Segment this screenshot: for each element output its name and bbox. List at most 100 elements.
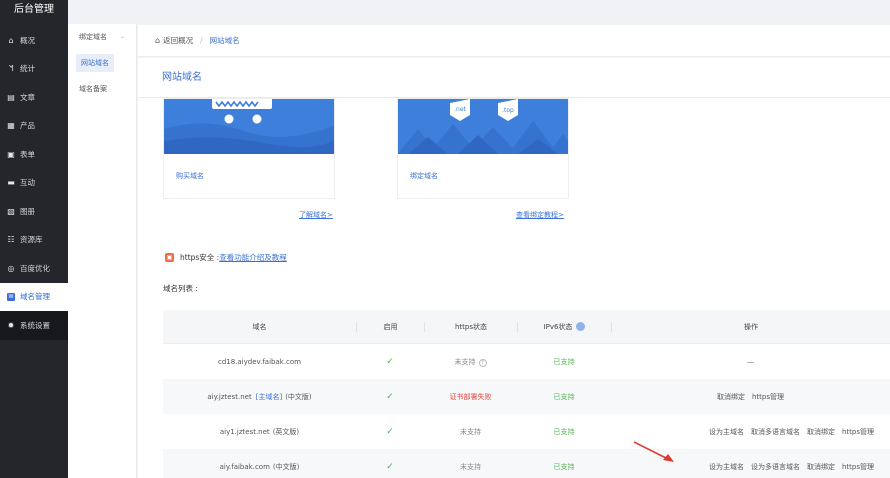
lock-icon: ▣ (165, 253, 174, 262)
row-action-button[interactable]: 设为多语言域名 (751, 462, 800, 472)
gallery-icon: ▧ (7, 206, 15, 216)
row-action-button[interactable]: https管理 (842, 427, 874, 437)
main-nav-list: ⌂ 概况 ᖿ 统计 ▤ 文章 ▦ 产品 ▣ 表单 ▬ 互动 ▧ 图册 ☷ 资源库 ◎ 百度优化 W 域名管理 ✹ 系统设置 (0, 26, 68, 340)
learn-domain-link[interactable]: 了解域名> (299, 210, 333, 220)
domain-cell: aiy.faibak.com (中文版) (163, 462, 356, 472)
row-action-button[interactable]: 取消绑定 (807, 462, 835, 472)
annotation-arrow-icon (633, 441, 674, 462)
nav-item-3[interactable]: ▦ 产品 (0, 112, 68, 141)
https-status-cell: 证书部署失败 (424, 392, 517, 402)
row-action-button[interactable]: 设为主域名 (709, 462, 744, 472)
bind-tutorial-link[interactable]: 查看绑定教程> (516, 210, 564, 220)
nav-item-label: 概况 (20, 35, 35, 45)
breadcrumb-back-link[interactable]: 返回概况 (163, 35, 193, 46)
actions-cell: 取消绑定 https管理 (611, 392, 890, 402)
chevron-down-icon: ⌄ (119, 33, 125, 40)
nav-item-1[interactable]: ᖿ 统计 (0, 55, 68, 84)
row-action-button[interactable]: — (747, 358, 754, 366)
table-row: aiy.faibak.com (中文版) ✓ 未支持 已支持 设为主域名 设为多语言域名 取消… (163, 449, 890, 478)
actions-cell: — (611, 358, 890, 366)
buy-domain-label[interactable]: 购买域名 (176, 171, 204, 181)
row-action-button[interactable]: https管理 (752, 392, 784, 402)
row-action-button[interactable]: 设为主域名 (709, 427, 744, 437)
shopping-cart-illustration (164, 99, 334, 154)
nav-item-10[interactable]: ✹ 系统设置 (0, 311, 68, 340)
subnav-item-bind-domain[interactable]: 绑定域名 ⌄ (68, 24, 136, 50)
https-tutorial-link[interactable]: 查看功能介绍及教程 (219, 252, 287, 263)
https-status-cell: 未支持 (424, 427, 517, 437)
nav-item-label: 图册 (20, 206, 35, 216)
breadcrumb-separator: / (200, 36, 203, 45)
nav-item-0[interactable]: ⌂ 概况 (0, 26, 68, 55)
home-icon: ⌂ (8, 35, 14, 45)
home-icon: ⌂ (155, 36, 161, 45)
domain-name: aiy.jztest.net (207, 392, 252, 401)
language-tag: (英文版) (272, 427, 300, 436)
https-security-row: ▣ https安全 : 查看功能介绍及教程 (165, 252, 287, 263)
domain-cell: aiy1.jztest.net (英文版) (163, 427, 356, 437)
domain-table: 域名 启用 https状态 IPv6状态 操作 cd18.aiydev.faib… (163, 310, 890, 478)
domain-name: aiy1.jztest.net (219, 427, 270, 436)
stats-icon: ᖿ (8, 63, 14, 73)
row-action-button[interactable]: 取消绑定 (717, 392, 745, 402)
row-action-button[interactable]: 取消多语言域名 (751, 427, 800, 437)
main-content: 购买域名 .net .top 绑定域名 了解域名> 查看绑定教程> ▣ http… (138, 98, 890, 478)
ipv6-status: 已支持 (553, 462, 575, 471)
ipv6-info-icon[interactable] (576, 322, 586, 331)
table-row: cd18.aiydev.faibak.com ✓ 未支持? 已支持 — (163, 344, 890, 379)
nav-item-label: 系统设置 (20, 320, 50, 330)
row-action-button[interactable]: https管理 (842, 462, 874, 472)
header-enabled: 启用 (356, 321, 424, 332)
table-row: aiy.jztest.net [主域名] (中文版) ✓ 证书部署失败 已支持 取消绑定 ht… (163, 379, 890, 414)
gear-icon: ✹ (7, 320, 15, 330)
enabled-check-icon: ✓ (386, 391, 394, 402)
tag-net: .net (454, 106, 466, 113)
bind-domain-label[interactable]: 绑定域名 (410, 171, 438, 181)
subnav-item-domain-icp[interactable]: 域名备案 (68, 76, 136, 102)
nav-item-5[interactable]: ▬ 互动 (0, 169, 68, 198)
domain-name: aiy.faibak.com (219, 462, 270, 471)
https-status: 证书部署失败 (449, 392, 492, 401)
breadcrumb: ⌂ 返回概况 / 网站域名 (138, 25, 890, 57)
ipv6-status: 已支持 (553, 392, 575, 401)
nav-item-4[interactable]: ▣ 表单 (0, 140, 68, 169)
mountains-illustration: .net .top (398, 99, 568, 154)
nav-item-label: 产品 (20, 121, 35, 131)
table-row: aiy1.jztest.net (英文版) ✓ 未支持 已支持 设为主域名 取消多语言域名取… (163, 414, 890, 449)
ipv6-status: 已支持 (553, 427, 575, 436)
enabled-check-icon: ✓ (386, 461, 394, 472)
seo-icon: ◎ (7, 263, 15, 273)
enabled-check-icon: ✓ (386, 356, 394, 367)
nav-item-6[interactable]: ▧ 图册 (0, 197, 68, 226)
https-label: https安全 : (180, 253, 220, 262)
top-strip (68, 0, 890, 24)
domain-list-title: 域名列表 : (163, 284, 198, 293)
nav-item-2[interactable]: ▤ 文章 (0, 83, 68, 112)
row-action-button[interactable]: 取消绑定 (807, 427, 835, 437)
app-title: 后台管理 (14, 4, 54, 15)
language-tag: (中文版) (285, 392, 312, 401)
main-sidebar: 后台管理 ⌂ 概况 ᖿ 统计 ▤ 文章 ▦ 产品 ▣ 表单 ▬ 互动 ▧ 图册 ☷ 资源库 ◎ 百度优化 W 域名管理… (0, 0, 68, 478)
language-tag: (中文版) (272, 462, 300, 471)
nav-item-label: 百度优化 (20, 263, 50, 273)
nav-item-label: 互动 (20, 178, 35, 188)
buy-domain-card[interactable]: 购买域名 (163, 98, 335, 199)
help-icon[interactable]: ? (478, 358, 487, 367)
nav-item-label: 统计 (20, 64, 35, 74)
nav-item-label: 域名管理 (20, 292, 50, 302)
article-icon: ▤ (7, 92, 15, 102)
bind-domain-card[interactable]: .net .top 绑定域名 (397, 98, 569, 199)
domain-name: cd18.aiydev.faibak.com (217, 357, 302, 366)
https-status-cell: 未支持 (424, 462, 517, 472)
https-status-cell: 未支持? (424, 357, 517, 367)
header-actions: 操作 (611, 321, 890, 332)
https-status: 未支持 (460, 462, 481, 471)
domain-icon: W (7, 292, 15, 301)
nav-item-9[interactable]: W 域名管理 (0, 282, 68, 311)
subnav-item-site-domain[interactable]: 网站域名 (68, 50, 136, 76)
table-header: 域名 启用 https状态 IPv6状态 操作 (163, 310, 890, 344)
tag-top: .top (502, 107, 514, 114)
nav-item-8[interactable]: ◎ 百度优化 (0, 254, 68, 283)
nav-item-7[interactable]: ☷ 资源库 (0, 226, 68, 255)
header-https: https状态 (424, 321, 517, 332)
